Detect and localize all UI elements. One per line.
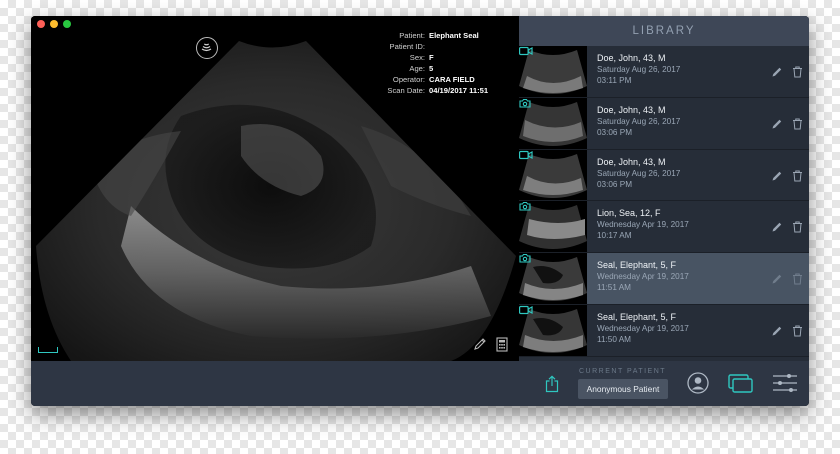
edit-pencil-icon[interactable] <box>771 273 783 285</box>
item-patient-name: Doe, John, 43, M <box>597 104 666 115</box>
share-icon[interactable] <box>545 375 559 393</box>
edit-pencil-icon[interactable] <box>771 221 783 233</box>
item-patient-name: Doe, John, 43, M <box>597 156 666 167</box>
meta-row-operator: Operator: CARA FIELD <box>361 74 488 85</box>
meta-label: Scan Date: <box>387 86 425 95</box>
meta-label: Patient ID: <box>389 42 425 51</box>
trash-icon[interactable] <box>792 66 803 78</box>
item-patient-name: Doe, John, 43, M <box>597 53 666 63</box>
current-patient-label: CURRENT PATIENT <box>579 368 667 375</box>
bottom-toolbar: CURRENT PATIENT Anonymous Patient <box>31 361 809 406</box>
video-camera-icon <box>519 46 533 56</box>
current-patient-button[interactable]: Anonymous Patient <box>578 379 668 399</box>
scan-thumbnail[interactable] <box>519 149 587 201</box>
scan-thumbnail[interactable] <box>519 97 587 149</box>
scan-thumbnail[interactable] <box>519 253 587 304</box>
meta-row-sex: Sex: F <box>361 52 488 63</box>
photo-camera-icon <box>519 254 531 263</box>
pencil-icon[interactable] <box>473 337 487 351</box>
library-icon[interactable] <box>728 374 754 394</box>
library-panel: LIBRARY Doe, John, 43, M Saturday Aug 26… <box>519 16 809 361</box>
meta-label: Sex: <box>409 53 425 62</box>
photo-camera-icon <box>519 202 531 211</box>
edit-pencil-icon[interactable] <box>771 325 783 337</box>
window-controls <box>37 20 71 28</box>
library-item[interactable]: Doe, John, 43, M Saturday Aug 26, 2017 0… <box>519 46 809 98</box>
scan-thumbnail[interactable] <box>519 304 587 356</box>
minimize-window-button[interactable] <box>50 20 58 28</box>
meta-row-patient-id: Patient ID: <box>361 41 488 52</box>
scan-thumbnail[interactable] <box>519 201 587 253</box>
library-item[interactable]: Doe, John, 43, M Saturday Aug 26, 2017 0… <box>519 149 809 202</box>
calculator-icon[interactable] <box>496 337 508 352</box>
meta-value: 04/19/2017 11:51 <box>429 86 489 95</box>
meta-value: CARA FIELD <box>429 75 475 84</box>
photo-camera-icon <box>519 98 531 108</box>
meta-row-age: Age: 5 <box>361 63 488 74</box>
meta-label: Operator: <box>392 75 425 84</box>
meta-value: 5 <box>429 64 434 73</box>
library-item[interactable]: Lion, Sea, 12, F Wednesday Apr 19, 2017 … <box>519 201 809 254</box>
library-item[interactable]: Seal, Elephant, 5, F Wednesday Apr 19, 2… <box>519 304 809 357</box>
meta-row-scan-date: Scan Date: 04/19/2017 11:51 <box>361 85 488 96</box>
video-camera-icon <box>519 150 533 159</box>
zoom-window-button[interactable] <box>63 20 71 28</box>
library-item[interactable]: Doe, John, 43, M Saturday Aug 26, 2017 0… <box>519 97 809 150</box>
item-patient-name: Seal, Elephant, 5, F <box>597 260 677 271</box>
scan-metadata: Patient: Elephant Seal Patient ID: Sex: … <box>361 30 488 96</box>
trash-icon[interactable] <box>792 170 803 182</box>
close-window-button[interactable] <box>37 20 45 28</box>
meta-label: Patient: <box>399 31 425 40</box>
scan-thumbnail[interactable] <box>519 46 587 97</box>
meta-label: Age: <box>409 64 425 73</box>
library-title: LIBRARY <box>519 16 809 46</box>
library-item-selected[interactable]: Seal, Elephant, 5, F Wednesday Apr 19, 2… <box>519 253 809 305</box>
scale-bracket-icon <box>38 347 58 353</box>
app-window: Patient: Elephant Seal Patient ID: Sex: … <box>31 16 809 406</box>
trash-icon[interactable] <box>792 273 803 285</box>
meta-row-patient: Patient: Elephant Seal <box>361 30 488 41</box>
ultrasound-viewer[interactable]: Patient: Elephant Seal Patient ID: Sex: … <box>31 16 519 361</box>
item-patient-name: Seal, Elephant, 5, F <box>597 311 677 322</box>
trash-icon[interactable] <box>792 325 803 337</box>
settings-sliders-icon[interactable] <box>772 373 798 393</box>
edit-pencil-icon[interactable] <box>771 170 783 182</box>
edit-pencil-icon[interactable] <box>771 66 783 78</box>
edit-pencil-icon[interactable] <box>771 118 783 130</box>
person-icon[interactable] <box>687 372 709 394</box>
trash-icon[interactable] <box>792 221 803 233</box>
library-list[interactable]: Doe, John, 43, M Saturday Aug 26, 2017 0… <box>519 46 809 357</box>
meta-value: F <box>429 53 434 62</box>
ultrasound-probe-icon[interactable] <box>196 37 218 59</box>
video-camera-icon <box>519 305 533 315</box>
trash-icon[interactable] <box>792 118 803 130</box>
item-patient-name: Lion, Sea, 12, F <box>597 208 661 219</box>
meta-value: Elephant Seal <box>429 31 479 40</box>
